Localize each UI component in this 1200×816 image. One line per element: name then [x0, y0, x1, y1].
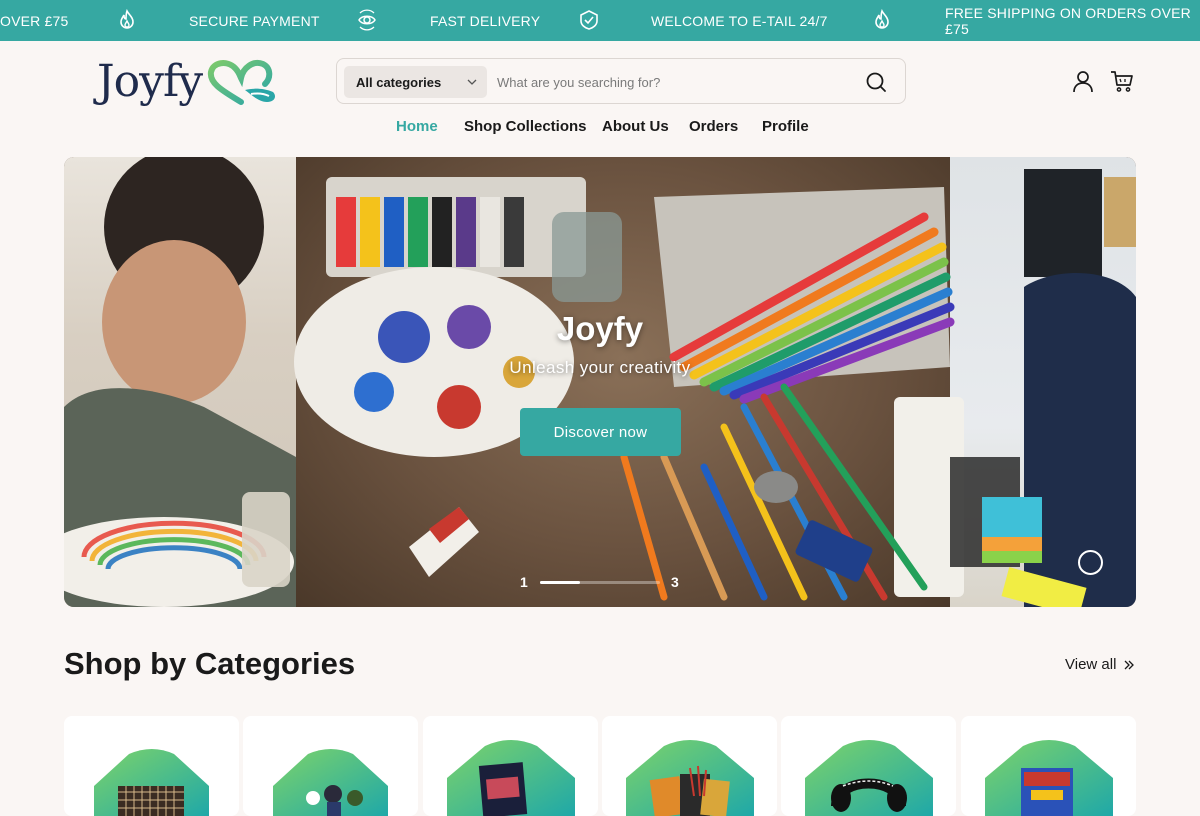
nav-profile[interactable]: Profile: [762, 118, 809, 138]
double-chevron-right-icon: [1124, 660, 1135, 669]
hero-title: Joyfy: [556, 310, 644, 347]
view-all-label: View all: [1065, 656, 1117, 673]
nav-orders[interactable]: Orders: [689, 118, 738, 138]
announcement-text: FAST DELIVERY: [430, 12, 541, 29]
category-card[interactable]: [961, 716, 1136, 816]
announcement-text: WELCOME TO E-TAIL 24/7: [651, 12, 828, 29]
eye-ring-icon: [358, 9, 376, 31]
autoplay-toggle[interactable]: [1078, 550, 1103, 575]
category-card[interactable]: [781, 716, 956, 816]
announcement-text: OVER £75: [0, 12, 69, 29]
account-icon[interactable]: [1071, 69, 1095, 93]
discover-now-button[interactable]: Discover now: [520, 408, 681, 456]
headphones-icon: [805, 740, 933, 816]
category-card[interactable]: [243, 716, 418, 816]
art-supplies-icon: [626, 740, 754, 816]
announcement-text: FREE SHIPPING ON ORDERS OVER £75: [945, 4, 1191, 37]
poster-icon: [447, 740, 575, 816]
logo[interactable]: Joyfy: [97, 56, 279, 108]
category-select-label: All categories: [356, 74, 442, 90]
search-input[interactable]: [497, 67, 847, 97]
search-icon[interactable]: [865, 71, 887, 93]
flame-icon: [875, 9, 889, 29]
category-card[interactable]: [423, 716, 598, 816]
announcement-bar: OVER £75 SECURE PAYMENT FAST DELIVERY WE…: [0, 0, 1200, 41]
nav-home[interactable]: Home: [396, 118, 438, 138]
pager-progress[interactable]: [540, 581, 660, 584]
category-card[interactable]: [64, 716, 239, 816]
pager-progress-fill: [540, 581, 580, 584]
category-card[interactable]: [602, 716, 777, 816]
pager-current: 1: [520, 574, 528, 590]
cart-icon[interactable]: [1110, 69, 1134, 93]
chevron-down-icon: [467, 79, 477, 85]
pager-total: 3: [671, 574, 679, 590]
announcement-text: SECURE PAYMENT: [189, 12, 320, 29]
search-bar: All categories: [336, 58, 906, 104]
hero-slider: Joyfy Unleash your creativity Discover n…: [64, 157, 1136, 607]
shield-check-icon: [580, 10, 598, 30]
heart-logo-icon: [207, 60, 275, 105]
nav-about-us[interactable]: About Us: [602, 118, 669, 138]
hero-illustration: [64, 157, 1136, 607]
view-all-link[interactable]: View all: [1065, 656, 1135, 673]
hero-subtitle: Unleash your creativity: [509, 358, 691, 377]
nav-shop-collections[interactable]: Shop Collections: [464, 118, 587, 138]
chess-board-icon: [94, 749, 209, 816]
board-game-icon: [985, 740, 1113, 816]
figurines-icon: [273, 749, 388, 816]
category-select[interactable]: All categories: [344, 66, 487, 98]
logo-text: Joyfy: [97, 56, 203, 107]
section-title: Shop by Categories: [64, 646, 356, 681]
flame-icon: [120, 9, 134, 29]
